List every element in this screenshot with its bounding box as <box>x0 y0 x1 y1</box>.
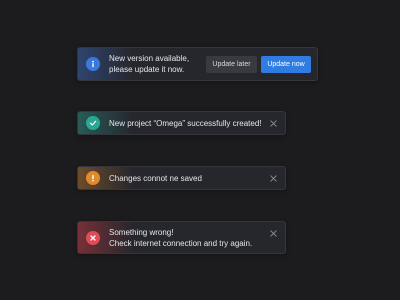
warning-message: Changes connot ne saved <box>109 173 268 184</box>
info-icon <box>86 57 100 71</box>
check-icon <box>86 116 100 130</box>
error-close-button[interactable] <box>268 228 278 238</box>
x-circle-icon <box>86 230 100 245</box>
close-icon <box>269 174 277 182</box>
error-message-line-2: Check internet connection and try again. <box>109 238 253 248</box>
warning-message-line-1: Changes connot ne saved <box>109 173 202 183</box>
success-message-line-1: New project “Omega” successfully created… <box>109 118 262 128</box>
info-message-line-1: New version available, <box>109 54 190 63</box>
success-message: New project “Omega” successfully created… <box>109 118 268 129</box>
success-close-button[interactable] <box>268 118 278 128</box>
info-notification: New version available, please update it … <box>77 47 318 81</box>
warning-notification: Changes connot ne saved <box>77 166 286 190</box>
warning-close-button[interactable] <box>268 173 278 183</box>
info-message: New version available, please update it … <box>109 53 206 75</box>
success-notification: New project “Omega” successfully created… <box>77 111 286 135</box>
close-icon <box>269 119 277 127</box>
update-later-button[interactable]: Update later <box>206 55 257 73</box>
close-icon <box>269 229 277 237</box>
update-now-button[interactable]: Update now <box>261 55 311 73</box>
exclamation-icon <box>86 171 100 185</box>
info-message-line-2: please update it now. <box>109 65 185 74</box>
error-message-line-1: Something wrong! <box>109 227 174 237</box>
error-notification: Something wrong! Check internet connecti… <box>77 221 286 254</box>
error-message: Something wrong! Check internet connecti… <box>109 227 268 249</box>
